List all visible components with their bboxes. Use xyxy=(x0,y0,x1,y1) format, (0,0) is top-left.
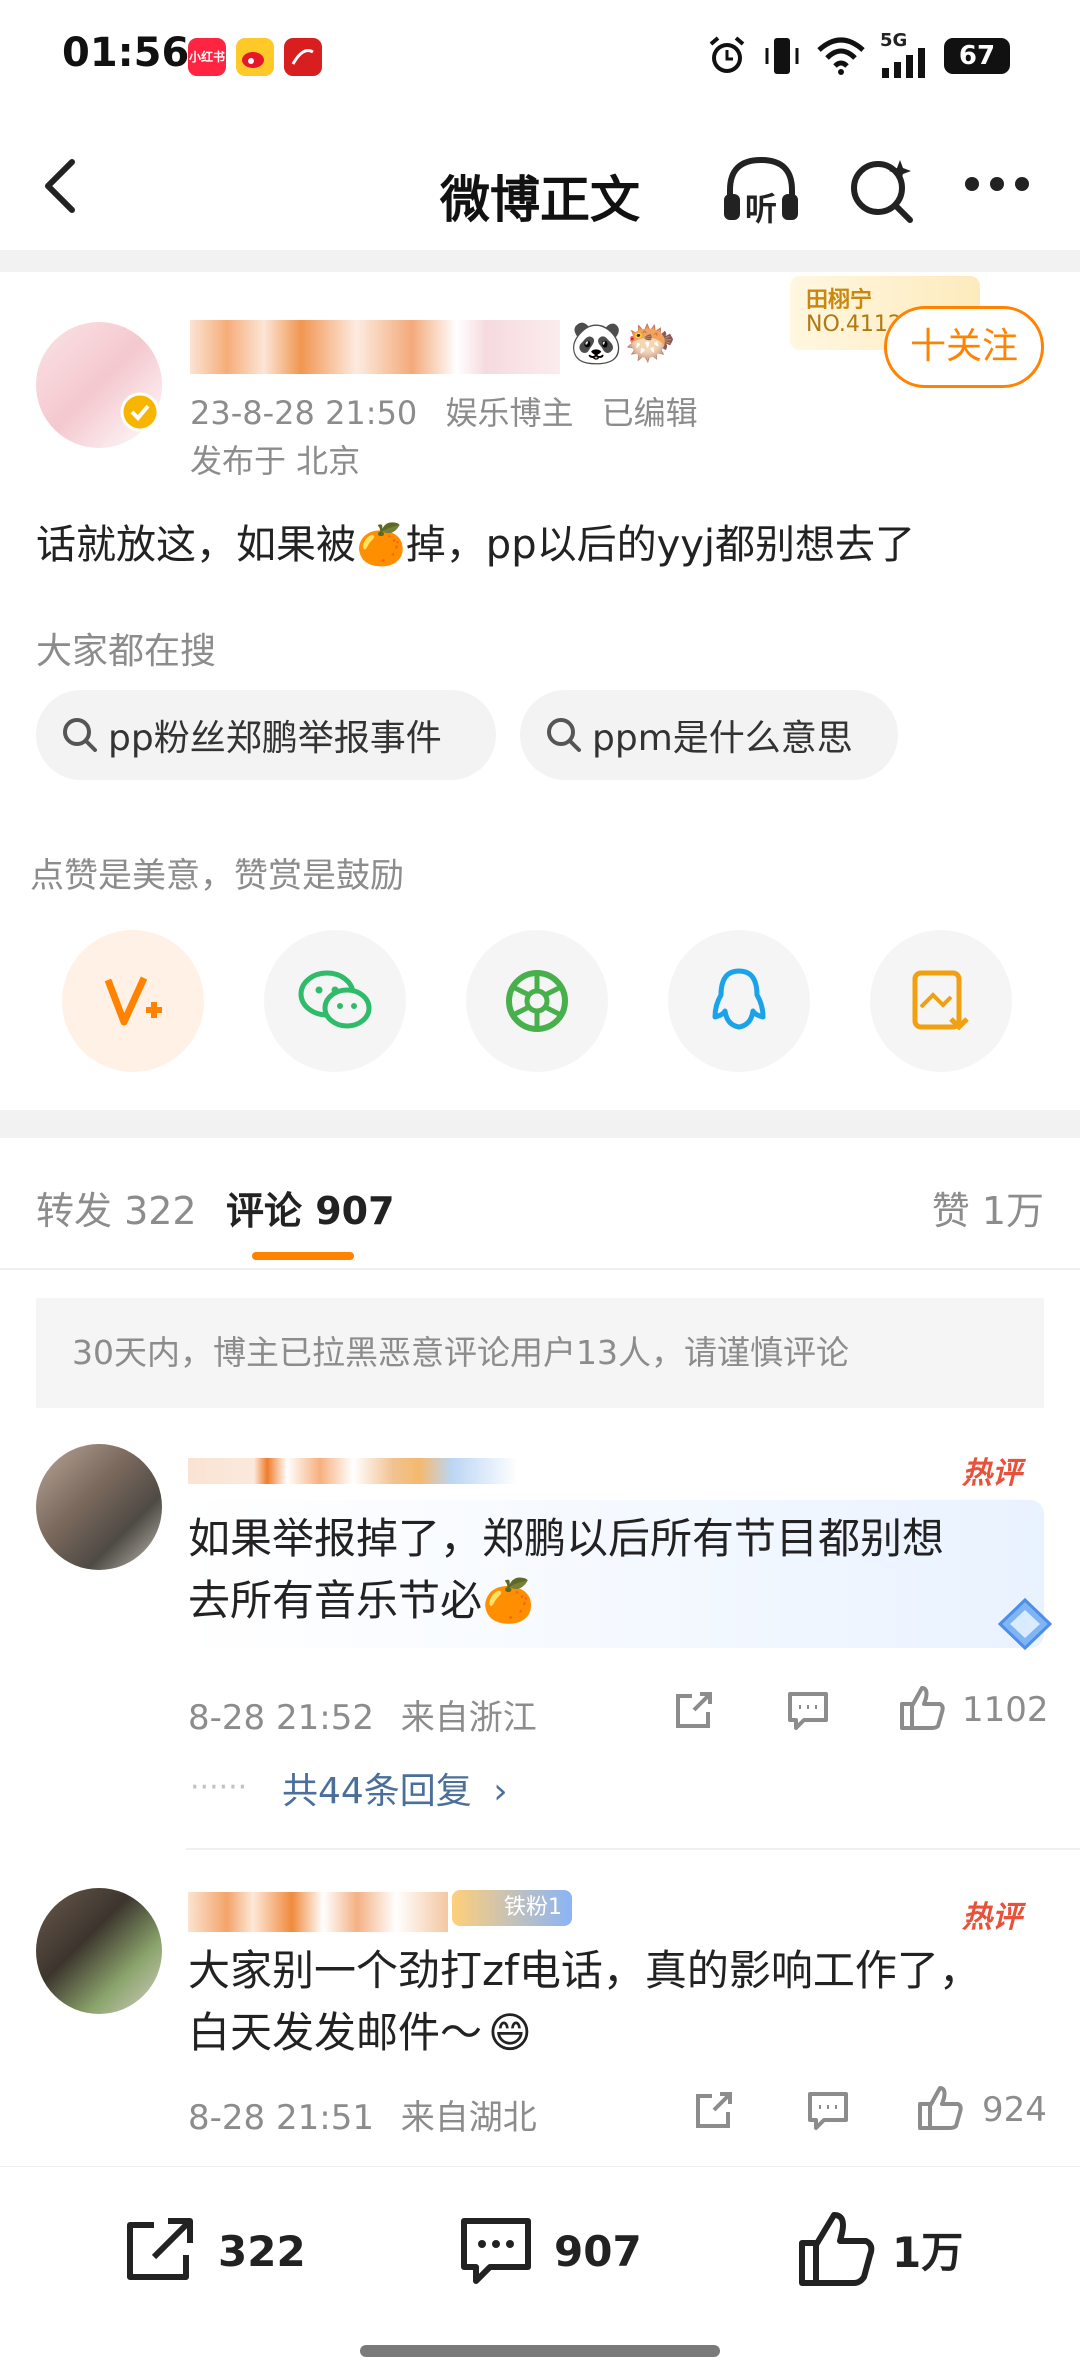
author-name-blurred[interactable] xyxy=(190,320,560,374)
post-meta-row: 23-8-28 21:50 娱乐博主 已编辑 xyxy=(190,388,698,434)
wifi-icon xyxy=(817,37,865,75)
comment-text[interactable]: 如果举报掉了，郑鹏以后所有节目都别想 去所有音乐节必🍊 xyxy=(188,1508,944,1632)
search-chip-2[interactable]: ppm是什么意思 xyxy=(520,690,898,780)
reward-button[interactable] xyxy=(62,930,204,1072)
status-bar: 01:56 小红书 5G 67 xyxy=(0,0,1080,120)
fan-level-badge[interactable]: 铁粉1 xyxy=(452,1890,572,1926)
comment-button[interactable]: 907 xyxy=(456,2211,642,2291)
save-image-icon xyxy=(912,970,969,1031)
weibo-app-icon xyxy=(236,38,274,76)
page-title: 微博正文 xyxy=(440,171,640,229)
comment-icon[interactable] xyxy=(786,1688,830,1732)
like-button[interactable]: 1万 xyxy=(794,2207,963,2291)
comment-username-blurred[interactable] xyxy=(188,1458,518,1484)
reply-dots: ······ xyxy=(190,1770,248,1805)
search-icon[interactable] xyxy=(846,154,918,226)
fish-emoji-icon: 🐡 xyxy=(624,318,677,367)
post-date: 23-8-28 21:50 xyxy=(190,394,418,432)
comment-meta: 8-28 21:52 来自浙江 xyxy=(188,1698,537,1738)
nav-bar: 微博正文 听 xyxy=(0,120,1080,250)
comment-meta: 8-28 21:51 来自湖北 xyxy=(188,2098,537,2138)
comment-avatar[interactable] xyxy=(36,1444,162,1570)
section-divider xyxy=(0,250,1080,272)
search-icon xyxy=(547,718,581,752)
bottom-action-bar: 322 907 1万 xyxy=(0,2166,1080,2377)
post-text[interactable]: 话就放这，如果被🍊掉，pp以后的yyj都别想去了 xyxy=(36,512,915,570)
status-time: 01:56 xyxy=(62,30,190,76)
share-qq-button[interactable] xyxy=(668,930,810,1072)
share-icon[interactable] xyxy=(690,2086,738,2134)
reward-v-plus-icon xyxy=(104,976,162,1026)
edited-label: 已编辑 xyxy=(601,394,698,432)
hot-comment-badge: 热评 xyxy=(962,1900,1022,1935)
more-icon[interactable] xyxy=(962,172,1032,196)
like-thumb-icon xyxy=(799,2212,875,2286)
comment-icon xyxy=(461,2218,531,2284)
signal-icon xyxy=(882,48,925,78)
like-thumb-icon[interactable] xyxy=(896,1682,948,1734)
comment-divider xyxy=(186,1848,1080,1850)
share-wechat-button[interactable] xyxy=(264,930,406,1072)
vibrate-icon xyxy=(765,38,799,74)
diamond-icon xyxy=(997,1597,1053,1651)
search-icon xyxy=(63,718,97,752)
doraemon-emoji-icon: 😄 xyxy=(488,2008,532,2057)
tab-active-indicator xyxy=(252,1252,354,1260)
comment-notice: 30天内，博主已拉黑恶意评论用户13人，请谨慎评论 xyxy=(36,1298,1044,1408)
tab-comments[interactable]: 评论 907 xyxy=(226,1180,395,1235)
chevron-right-icon: › xyxy=(493,1771,508,1812)
wechat-icon xyxy=(298,970,372,1029)
comment-text[interactable]: 大家别一个劲打zf电话，真的影响工作了， 白天发发邮件～ 😄 xyxy=(188,1940,981,2064)
view-replies-link[interactable]: 共44条回复 › xyxy=(282,1762,508,1814)
tab-likes[interactable]: 赞 1万 xyxy=(932,1180,1044,1235)
comment-like-count: 1102 xyxy=(962,1690,1049,1730)
listen-button[interactable]: 听 xyxy=(718,150,804,230)
like-thumb-icon[interactable] xyxy=(914,2082,966,2134)
save-image-button[interactable] xyxy=(870,930,1012,1072)
reward-tip: 点赞是美意，赞赏是鼓励 xyxy=(30,856,404,896)
verified-badge-icon xyxy=(120,392,160,432)
tabs-divider xyxy=(0,1268,1080,1270)
comment-icon[interactable] xyxy=(806,2088,850,2132)
panda-emoji-icon: 🐼 xyxy=(570,318,623,367)
comment-avatar[interactable] xyxy=(36,1888,162,2014)
hot-comment-badge: 热评 xyxy=(962,1456,1022,1491)
repost-button[interactable]: 322 xyxy=(120,2211,306,2291)
xiaohongshu-app-icon: 小红书 xyxy=(188,38,226,76)
moments-aperture-icon xyxy=(506,970,568,1032)
home-indicator xyxy=(360,2345,720,2357)
follow-button[interactable]: 十关注 xyxy=(884,306,1044,388)
tab-repost[interactable]: 转发 322 xyxy=(36,1180,197,1235)
comment-username-blurred[interactable] xyxy=(188,1892,448,1932)
share-icon[interactable] xyxy=(670,1686,718,1734)
battery-indicator: 67 xyxy=(944,38,1010,74)
post-location: 发布于 北京 xyxy=(190,442,361,480)
section-divider xyxy=(0,1110,1080,1138)
qq-penguin-icon xyxy=(712,968,766,1030)
repost-icon xyxy=(127,2218,193,2280)
alarm-icon xyxy=(709,36,745,73)
share-moments-button[interactable] xyxy=(466,930,608,1072)
author-tag: 娱乐博主 xyxy=(445,394,574,432)
comment-like-count: 924 xyxy=(982,2090,1047,2130)
search-section-title: 大家都在搜 xyxy=(36,631,217,672)
search-chip-1[interactable]: pp粉丝郑鹏举报事件 xyxy=(36,690,496,780)
app-icon-red xyxy=(284,38,322,76)
